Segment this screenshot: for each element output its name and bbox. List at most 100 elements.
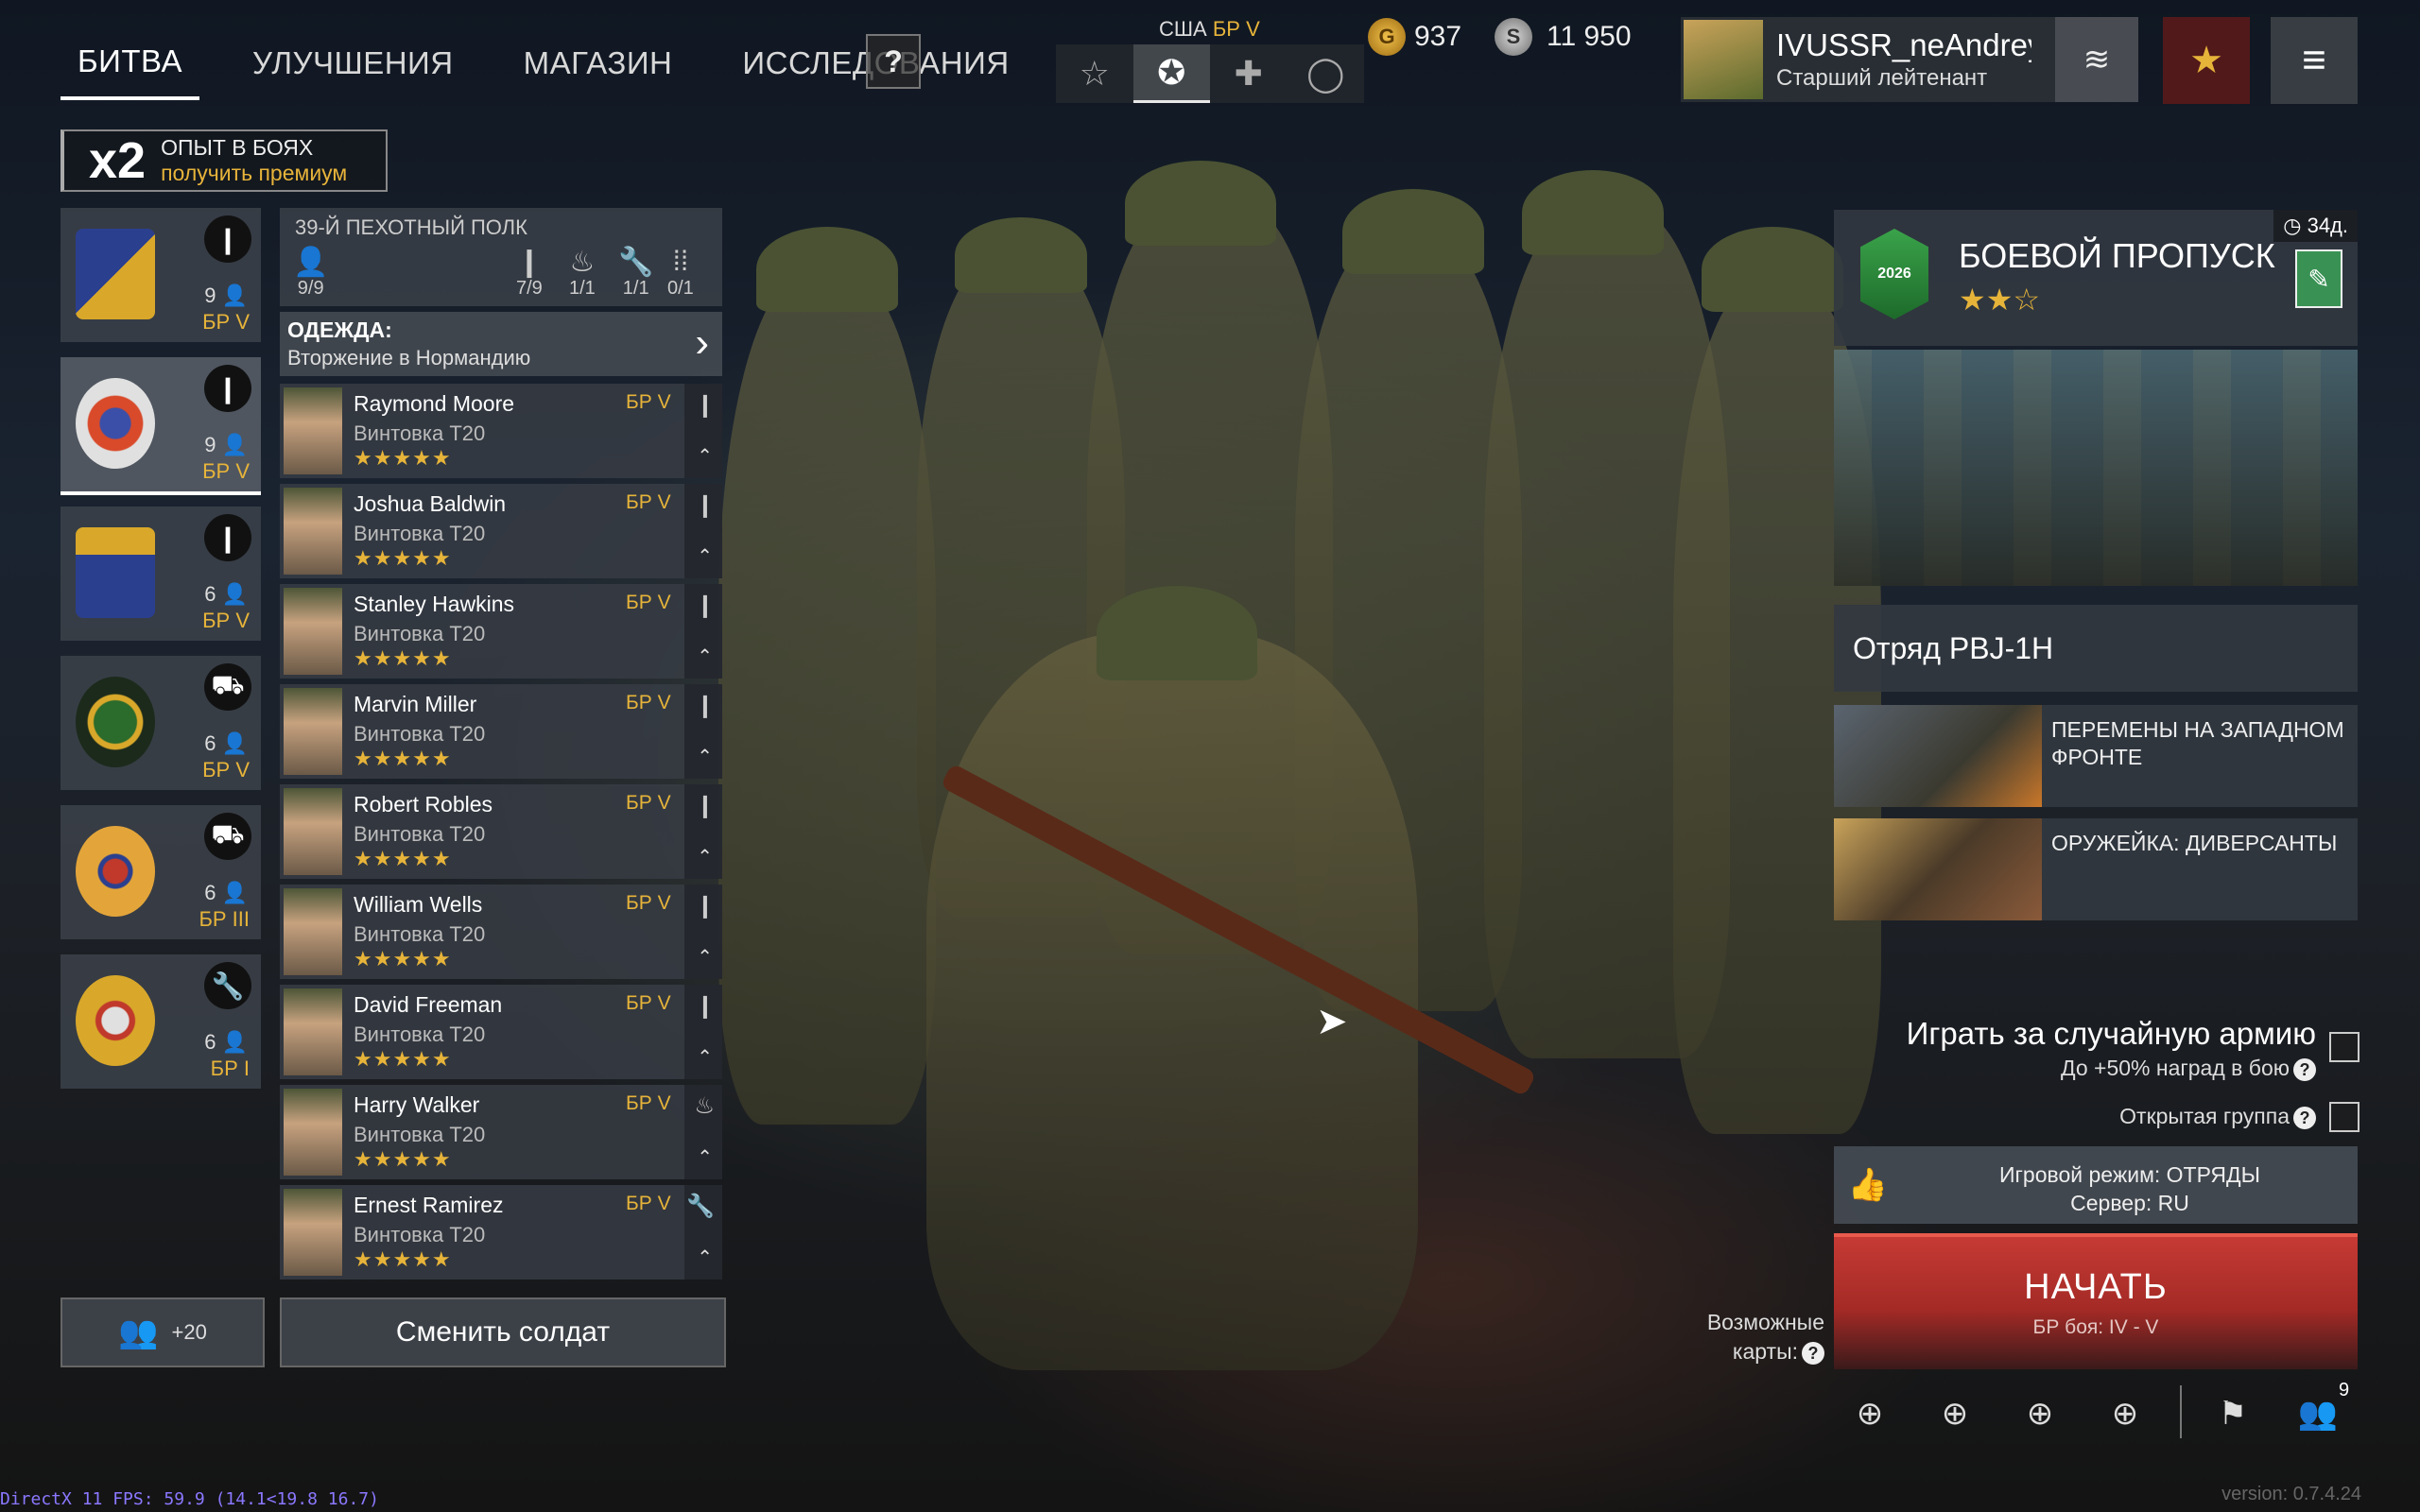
nation-br: БР V [1212, 17, 1260, 41]
squad-br: БР I [210, 1057, 250, 1080]
squad-card[interactable]: ❙ 9 👤 БР V [60, 357, 261, 495]
start-battle-button[interactable]: НАЧАТЬ БР боя: IV - V [1834, 1233, 2358, 1369]
squad-br: БР V [202, 310, 250, 334]
question-icon[interactable]: ? [2293, 1106, 2316, 1129]
fps-counter: DirectX 11 FPS: 59.9 (14.1<19.8 16.7) [0, 1489, 379, 1509]
soldiers-group-icon: 👥 [118, 1314, 159, 1350]
menu-icon[interactable]: ≡ [2271, 17, 2358, 104]
soldier-weapon: Винтовка Т20 [354, 522, 486, 545]
thumbs-up-icon[interactable]: 👍 [1834, 1146, 1902, 1224]
soldier-weapon: Винтовка Т20 [354, 1022, 486, 1046]
squad-emblem [76, 378, 155, 469]
tab-battle[interactable]: БИТВА [60, 36, 199, 100]
wrench-icon: 🔧 [204, 962, 251, 1009]
rank-up-icon: ⌃ [697, 1247, 713, 1268]
question-icon[interactable]: ? [1802, 1341, 1824, 1365]
soldier-portrait [284, 788, 342, 875]
flame-icon: ♨ [694, 1093, 715, 1119]
circle-icon[interactable]: ◯ [1288, 44, 1365, 103]
squad-card[interactable]: 🔧 6 👤 БР I [60, 954, 261, 1089]
reward-icon[interactable]: ✎ [2295, 249, 2342, 308]
rank-up-icon: ⌃ [697, 446, 713, 467]
add-friend-icon[interactable]: ⊕ [2014, 1387, 2066, 1440]
soldier-row[interactable]: Raymond Moore Винтовка Т20 ★★★★★ БР V ❙ ⌃ [280, 384, 722, 478]
person-icon: 👤 [293, 247, 329, 278]
flame-icon: ♨ [569, 247, 596, 278]
battle-pass-squad-name: Отряд PBJ-1H [1853, 630, 2054, 665]
game-mode-panel[interactable]: 👍 Игровой режим: ОТРЯДЫ Сервер: RU [1834, 1146, 2358, 1224]
regiment-members: 👤 9/9 [293, 247, 329, 299]
battle-pass-image[interactable] [1834, 350, 2358, 586]
soldier-weapon: Винтовка Т20 [354, 1223, 486, 1246]
rank-up-icon: ⌃ [697, 947, 713, 968]
squad-slots-button[interactable]: 👥 +20 [60, 1297, 265, 1367]
rifle-icon: ❙ [204, 514, 251, 561]
rank-up-icon: ⌃ [697, 747, 713, 767]
soldier-row[interactable]: William Wells Винтовка Т20 ★★★★★ БР V ❙ ⌃ [280, 885, 722, 979]
friends-icon[interactable]: 👥 [2291, 1387, 2344, 1440]
soldier-row[interactable]: Harry Walker Винтовка Т20 ★★★★★ БР V ♨ ⌃ [280, 1085, 722, 1179]
soldier-row[interactable]: Stanley Hawkins Винтовка Т20 ★★★★★ БР V … [280, 584, 722, 679]
add-friend-icon[interactable]: ⊕ [1843, 1387, 1896, 1440]
squad-br: БР V [202, 459, 250, 483]
soldier-name: Marvin Miller [354, 692, 477, 716]
soldier-name: Ernest Ramirez [354, 1193, 504, 1217]
soldier-stars: ★★★★★ [354, 646, 452, 670]
profile-panel[interactable]: IVUSSR_neAndreyl Старший лейтенант ≋ [1681, 17, 2138, 102]
wrench-icon: 🔧 [686, 1194, 715, 1219]
rank-badge-icon[interactable]: ★ [2163, 17, 2250, 104]
squad-card[interactable]: ⛟ 6 👤 БР V [60, 656, 261, 790]
event-thumbnail [1834, 818, 2042, 920]
soldier-stars: ★★★★★ [354, 546, 452, 570]
soldier-stars: ★★★★★ [354, 947, 452, 971]
battle-pass-badge: 2026 [1860, 229, 1928, 319]
soldier-row[interactable]: Marvin Miller Винтовка Т20 ★★★★★ БР V ❙ ⌃ [280, 684, 722, 779]
rifle-icon: ❙ [695, 392, 715, 418]
add-friend-icon[interactable]: ⊕ [1928, 1387, 1981, 1440]
usa-star-icon[interactable]: ✪ [1132, 44, 1210, 103]
divider [2180, 1385, 2182, 1438]
event-card[interactable]: ОРУЖЕЙКА: ДИВЕРСАНТЫ [1834, 818, 2358, 920]
squad-count: 6 👤 [204, 1030, 248, 1054]
question-icon[interactable]: ? [2293, 1057, 2316, 1081]
battle-pass-panel[interactable]: 2026 БОЕВОЙ ПРОПУСК ★★☆ ◷ 34д. ✎ [1834, 210, 2358, 346]
layers-icon[interactable]: ≋ [2055, 17, 2138, 102]
soldier-weapon: Винтовка Т20 [354, 922, 486, 946]
soldier-row[interactable]: Robert Robles Винтовка Т20 ★★★★★ БР V ❙ ⌃ [280, 784, 722, 879]
regiment-stat-rifle: ❙ 7/9 [516, 247, 543, 299]
open-group-checkbox[interactable] [2329, 1102, 2360, 1132]
silver-amount: 11 950 [1547, 21, 1632, 52]
random-army-checkbox[interactable] [2329, 1032, 2360, 1062]
soldier-portrait [284, 588, 342, 675]
soldier-stars: ★★★★★ [354, 1247, 452, 1271]
squad-card[interactable]: ❙ 9 👤 БР V [60, 208, 261, 342]
tank-icon: ⛟ [204, 813, 251, 860]
outfit-selector[interactable]: ОДЕЖДА: Вторжение в Нормандию › [280, 312, 722, 376]
rank-up-icon: ⌃ [697, 847, 713, 868]
add-friend-icon[interactable]: ⊕ [2099, 1387, 2152, 1440]
germany-cross-icon[interactable]: ✚ [1210, 44, 1288, 103]
tab-shop[interactable]: МАГАЗИН [507, 38, 690, 98]
soldier-name: Joshua Baldwin [354, 491, 507, 516]
possible-maps[interactable]: Возможные карты:? [1664, 1308, 1824, 1366]
soldier-name: Raymond Moore [354, 391, 515, 416]
random-army-option: Играть за случайную армию До +50% наград… [1862, 1016, 2316, 1081]
battle-pass-squad[interactable]: Отряд PBJ-1H [1834, 605, 2358, 692]
star-outline-icon[interactable]: ☆ [1056, 44, 1133, 103]
clock-icon: ◷ [2283, 214, 2302, 237]
get-premium-link[interactable]: получить премиум [161, 161, 347, 186]
help-button[interactable]: ? [866, 34, 921, 89]
soldier-row[interactable]: Joshua Baldwin Винтовка Т20 ★★★★★ БР V ❙… [280, 484, 722, 578]
soldier-name: Robert Robles [354, 792, 493, 816]
squad-card[interactable]: ❙ 6 👤 БР V [60, 507, 261, 641]
xp-premium-banner[interactable]: x2 ОПЫТ В БОЯХ получить премиум [60, 129, 388, 192]
party-count: 9 [2339, 1380, 2350, 1400]
squad-emblem [76, 677, 155, 767]
change-soldiers-button[interactable]: Сменить солдат [280, 1297, 726, 1367]
soldier-row[interactable]: Ernest Ramirez Винтовка Т20 ★★★★★ БР V 🔧… [280, 1185, 722, 1280]
squad-card[interactable]: ⛟ 6 👤 БР III [60, 805, 261, 939]
tab-upgrades[interactable]: УЛУЧШЕНИЯ [235, 38, 471, 98]
flag-icon[interactable]: ⚑ [2206, 1387, 2259, 1440]
soldier-row[interactable]: David Freeman Винтовка Т20 ★★★★★ БР V ❙ ⌃ [280, 985, 722, 1079]
event-card[interactable]: ПЕРЕМЕНЫ НА ЗАПАДНОМ ФРОНТЕ [1834, 705, 2358, 807]
